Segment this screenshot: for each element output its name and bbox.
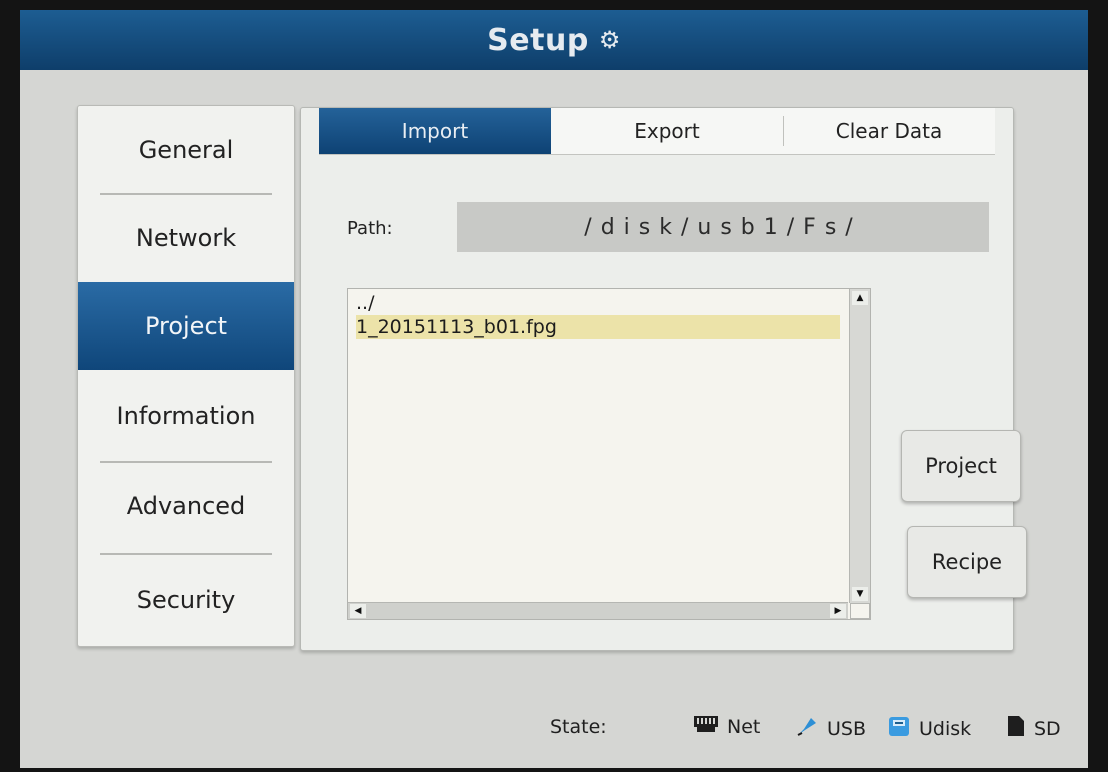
status-label: USB — [827, 717, 867, 740]
sidebar-item-label: Network — [135, 224, 237, 252]
vertical-scrollbar[interactable]: ▲ ▼ — [849, 289, 870, 603]
sidebar-item-label: Project — [144, 312, 228, 340]
sidebar-item-label: Security — [136, 586, 236, 614]
tab-label: Export — [634, 119, 700, 143]
setup-screen: Setup ⚙ General Network Project Informat… — [20, 10, 1088, 768]
sidebar-item-network[interactable]: Network — [78, 194, 294, 282]
horizontal-scrollbar[interactable]: ◀ ▶ — [348, 602, 848, 619]
sidebar-item-label: Advanced — [126, 492, 246, 520]
state-label: State: — [550, 716, 607, 738]
status-bar: State: Net USB Udisk SD — [20, 700, 1088, 750]
status-label: Net — [727, 715, 761, 738]
tab-bar: Import Export Clear Data — [319, 108, 995, 155]
status-label: Udisk — [919, 717, 972, 740]
tab-export[interactable]: Export — [551, 108, 783, 154]
ethernet-icon — [693, 714, 719, 739]
scrollbar-corner — [850, 603, 870, 619]
sidebar-item-information[interactable]: Information — [78, 372, 294, 460]
sidebar-divider — [100, 553, 272, 555]
sidebar-item-security[interactable]: Security — [78, 556, 294, 644]
sidebar: General Network Project Information Adva… — [77, 105, 295, 647]
sidebar-item-label: Information — [116, 402, 256, 430]
status-sd: SD — [1006, 714, 1061, 743]
scroll-right-icon[interactable]: ▶ — [830, 604, 846, 618]
sidebar-item-project[interactable]: Project — [78, 282, 294, 370]
tab-label: Import — [401, 119, 469, 143]
file-list[interactable]: ../ 1_20151113_b01.fpg ▲ ▼ ◀ ▶ — [347, 288, 871, 620]
scroll-up-icon[interactable]: ▲ — [852, 291, 868, 305]
page-title: Setup — [487, 22, 589, 58]
path-field: /disk/usb1/Fs/ — [457, 202, 989, 252]
sidebar-item-advanced[interactable]: Advanced — [78, 462, 294, 550]
sidebar-item-general[interactable]: General — [78, 106, 294, 194]
udisk-icon — [887, 714, 911, 743]
title-bar: Setup ⚙ — [20, 10, 1088, 70]
list-item-file[interactable]: 1_20151113_b01.fpg — [356, 315, 840, 339]
sd-card-icon — [1006, 714, 1026, 743]
main-panel: Import Export Clear Data Path: /disk/usb… — [300, 107, 1027, 651]
sidebar-item-label: General — [138, 136, 234, 164]
list-item-parent-dir[interactable]: ../ — [356, 291, 374, 315]
tab-label: Clear Data — [835, 119, 943, 143]
tab-clear-data[interactable]: Clear Data — [783, 108, 995, 154]
status-udisk: Udisk — [887, 714, 971, 743]
status-usb: USB — [795, 714, 866, 743]
scroll-down-icon[interactable]: ▼ — [852, 587, 868, 601]
project-button[interactable]: Project — [901, 430, 1021, 502]
status-net: Net — [693, 714, 760, 739]
tab-import[interactable]: Import — [319, 108, 551, 154]
status-label: SD — [1034, 717, 1061, 740]
gear-icon: ⚙ — [598, 26, 621, 54]
recipe-button[interactable]: Recipe — [907, 526, 1027, 598]
scroll-left-icon[interactable]: ◀ — [350, 604, 366, 618]
path-label: Path: — [347, 218, 393, 239]
usb-icon — [795, 714, 819, 743]
